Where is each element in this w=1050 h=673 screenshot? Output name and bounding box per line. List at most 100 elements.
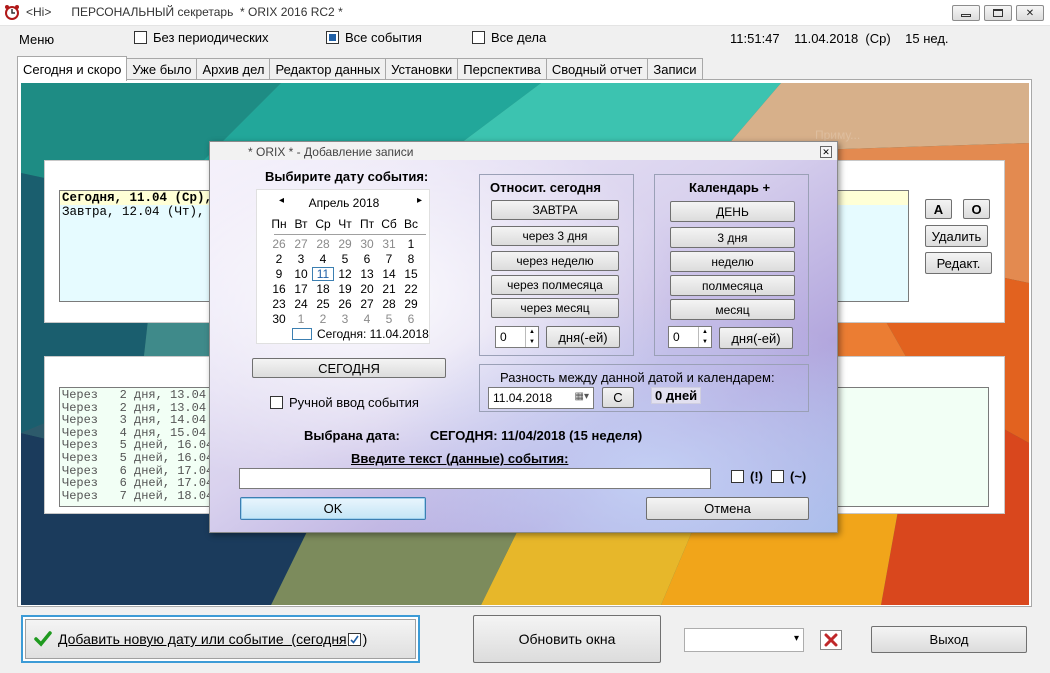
c-button[interactable]: С bbox=[602, 387, 634, 408]
calendar-day[interactable]: 23 bbox=[268, 297, 290, 311]
calendar-day[interactable]: 28 bbox=[312, 237, 334, 251]
maximize-button[interactable] bbox=[984, 5, 1012, 21]
in-3-days-button[interactable]: через 3 дня bbox=[491, 226, 619, 246]
cancel-button[interactable]: Отмена bbox=[646, 497, 809, 520]
chevron-down-icon[interactable]: ▾ bbox=[794, 633, 799, 644]
tab-perspective[interactable]: Перспектива bbox=[457, 58, 547, 80]
calendar-day[interactable]: 12 bbox=[334, 267, 356, 281]
calendar-day[interactable]: 29 bbox=[334, 237, 356, 251]
tab-data-editor[interactable]: Редактор данных bbox=[269, 58, 387, 80]
in-month-button[interactable]: через месяц bbox=[491, 298, 619, 318]
important-flag-checkbox[interactable] bbox=[731, 470, 744, 483]
calendar-day[interactable]: 24 bbox=[290, 297, 312, 311]
calendar-day[interactable]: 2 bbox=[268, 252, 290, 266]
calendar-day[interactable]: 21 bbox=[378, 282, 400, 296]
delete-button[interactable]: Удалить bbox=[925, 225, 988, 247]
calendar-day[interactable]: 6 bbox=[356, 252, 378, 266]
plus-half-month-button[interactable]: полмесяца bbox=[670, 275, 795, 296]
calendar-day[interactable]: 29 bbox=[400, 297, 422, 311]
calendar-day[interactable]: 9 bbox=[268, 267, 290, 281]
today-checkbox[interactable] bbox=[347, 632, 361, 646]
exit-button[interactable]: Выход bbox=[871, 626, 1027, 653]
calendar-day[interactable]: 27 bbox=[290, 237, 312, 251]
tab-today-soon[interactable]: Сегодня и скоро bbox=[17, 56, 128, 81]
calendar-day[interactable]: 1 bbox=[290, 312, 312, 326]
calendar-day[interactable]: 27 bbox=[356, 297, 378, 311]
ok-button[interactable]: OK bbox=[240, 497, 426, 520]
calendar-day[interactable]: 5 bbox=[378, 312, 400, 326]
manual-entry-option[interactable]: Ручной ввод события bbox=[270, 395, 419, 410]
calendar-day[interactable]: 30 bbox=[356, 237, 378, 251]
tab-notes[interactable]: Записи bbox=[647, 58, 703, 80]
approx-flag-checkbox[interactable] bbox=[771, 470, 784, 483]
calendar-day[interactable]: 22 bbox=[400, 282, 422, 296]
close-window-button[interactable]: ✕ bbox=[1016, 5, 1044, 21]
calendar-day[interactable]: 25 bbox=[312, 297, 334, 311]
filter-combobox[interactable]: ▾ bbox=[684, 628, 804, 652]
no-periodic-option[interactable]: Без периодических bbox=[134, 30, 269, 45]
all-events-option[interactable]: Все события bbox=[326, 30, 422, 45]
calendar-day[interactable]: 30 bbox=[268, 312, 290, 326]
calendar-dropdown-icon[interactable]: ▦▾ bbox=[575, 391, 589, 402]
difference-date-picker[interactable]: 11.04.2018 ▦▾ bbox=[488, 387, 594, 409]
calendar-day[interactable]: 17 bbox=[290, 282, 312, 296]
approx-flag-option[interactable]: (~) bbox=[771, 469, 806, 484]
refresh-windows-button[interactable]: Обновить окна bbox=[473, 615, 661, 663]
main-menu[interactable]: Меню bbox=[19, 32, 54, 47]
no-periodic-checkbox[interactable] bbox=[134, 31, 147, 44]
calendar-day[interactable]: 18 bbox=[312, 282, 334, 296]
minimize-button[interactable] bbox=[952, 5, 980, 21]
calendar-day[interactable]: 3 bbox=[334, 312, 356, 326]
manual-entry-checkbox[interactable] bbox=[270, 396, 283, 409]
a-button[interactable]: А bbox=[925, 199, 952, 219]
calendar-day[interactable]: 16 bbox=[268, 282, 290, 296]
o-button[interactable]: О bbox=[963, 199, 990, 219]
calendar-day[interactable]: 4 bbox=[312, 252, 334, 266]
in-week-button[interactable]: через неделю bbox=[491, 251, 619, 271]
all-tasks-checkbox[interactable] bbox=[472, 31, 485, 44]
calendar-day[interactable]: 14 bbox=[378, 267, 400, 281]
calendar-month-label[interactable]: Апрель 2018 bbox=[257, 196, 431, 210]
calendar-day[interactable]: 4 bbox=[356, 312, 378, 326]
plus-days-spinner[interactable]: 0 ▲ ▼ bbox=[668, 326, 712, 348]
calendar-day[interactable]: 20 bbox=[356, 282, 378, 296]
relative-days-spinner[interactable]: 0 ▲ ▼ bbox=[495, 326, 539, 348]
today-button[interactable]: СЕГОДНЯ bbox=[252, 358, 446, 378]
calendar-day[interactable]: 26 bbox=[268, 237, 290, 251]
calendar-day[interactable]: 31 bbox=[378, 237, 400, 251]
important-flag-option[interactable]: (!) bbox=[731, 469, 763, 484]
calendar-day[interactable]: 2 bbox=[312, 312, 334, 326]
month-calendar[interactable]: ◂ Апрель 2018 ▸ Пн Вт Ср Чт Пт Сб Вс 26 27 28 29 30… bbox=[256, 189, 430, 344]
plus-day-button[interactable]: ДЕНЬ bbox=[670, 201, 795, 222]
edit-button[interactable]: Редакт. bbox=[925, 252, 992, 274]
calendar-day[interactable]: 28 bbox=[378, 297, 400, 311]
calendar-day[interactable]: 1 bbox=[400, 237, 422, 251]
all-events-checkbox[interactable] bbox=[326, 31, 339, 44]
calendar-day[interactable]: 15 bbox=[400, 267, 422, 281]
calendar-day[interactable]: 6 bbox=[400, 312, 422, 326]
dialog-close-button[interactable]: ✕ bbox=[820, 146, 832, 158]
calendar-day[interactable]: 7 bbox=[378, 252, 400, 266]
calendar-day-selected[interactable]: 11 bbox=[312, 267, 334, 281]
add-event-button-frame[interactable]: Добавить новую дату или событие (сегодня… bbox=[21, 615, 420, 663]
plus-month-button[interactable]: месяц bbox=[670, 299, 795, 320]
in-half-month-button[interactable]: через полмесяца bbox=[491, 275, 619, 295]
tab-already-was[interactable]: Уже было bbox=[126, 58, 198, 80]
calendar-day[interactable]: 5 bbox=[334, 252, 356, 266]
calendar-day[interactable]: 10 bbox=[290, 267, 312, 281]
calendar-day[interactable]: 13 bbox=[356, 267, 378, 281]
calendar-today-label[interactable]: Сегодня: 11.04.2018 bbox=[317, 327, 429, 341]
relative-days-button[interactable]: дня(-ей) bbox=[546, 326, 620, 348]
all-tasks-option[interactable]: Все дела bbox=[472, 30, 546, 45]
calendar-day[interactable]: 19 bbox=[334, 282, 356, 296]
tomorrow-button[interactable]: ЗАВТРА bbox=[491, 200, 619, 220]
calendar-day[interactable]: 26 bbox=[334, 297, 356, 311]
tab-archive[interactable]: Архив дел bbox=[196, 58, 271, 80]
plus-3-days-button[interactable]: 3 дня bbox=[670, 227, 795, 248]
plus-days-button[interactable]: дня(-ей) bbox=[719, 327, 793, 349]
tab-summary-report[interactable]: Сводный отчет bbox=[545, 58, 649, 80]
clear-filter-button[interactable] bbox=[820, 630, 842, 650]
tab-settings[interactable]: Установки bbox=[385, 58, 459, 80]
spinner-arrows-icon[interactable]: ▲ ▼ bbox=[525, 327, 538, 347]
calendar-day[interactable]: 8 bbox=[400, 252, 422, 266]
